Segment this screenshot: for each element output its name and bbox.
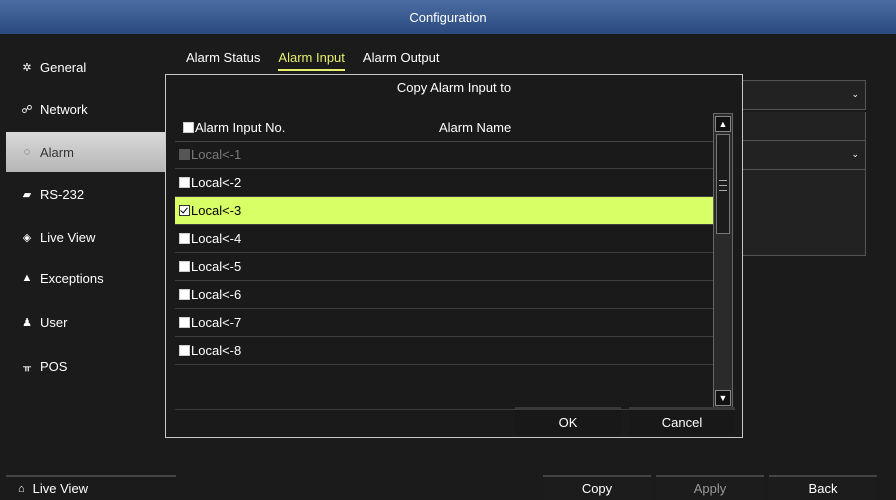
live-view-button[interactable]: ⌂ Live View (6, 475, 176, 500)
row-input-no: Local<-8 (191, 343, 242, 358)
table-row[interactable]: Local<-5 (175, 253, 713, 281)
table-row[interactable]: Local<-4 (175, 225, 713, 253)
sidebar-item-label: User (40, 314, 68, 330)
alarm-icon: ◌ (23, 146, 31, 158)
background-dropdown[interactable]: ⌄ (742, 80, 866, 110)
pos-icon: ᚂ (23, 360, 31, 373)
home-icon: ⌂ (18, 482, 25, 495)
sidebar-item-label: Alarm (40, 144, 74, 160)
row-checkbox[interactable] (179, 177, 190, 188)
background-field-4[interactable] (742, 226, 866, 256)
warning-icon: ▲ (21, 272, 33, 284)
row-input-no: Local<-4 (191, 231, 242, 246)
cancel-button[interactable]: Cancel (629, 407, 735, 435)
sidebar-item-network[interactable]: ☍ Network (6, 89, 166, 129)
table-row[interactable]: Local<-8 (175, 337, 713, 365)
background-dropdown-2[interactable]: ⌄ (742, 140, 866, 170)
row-input-no: Local<-2 (191, 175, 242, 190)
table-header: Alarm Input No. Alarm Name (175, 113, 713, 142)
background-field-2[interactable] (742, 170, 866, 200)
copy-alarm-input-dialog: Copy Alarm Input to Alarm Input No. Alar… (165, 74, 743, 438)
sidebar-item-pos[interactable]: ᚂ POS (6, 346, 166, 386)
user-icon: ♟ (22, 316, 32, 329)
tab-alarm-output[interactable]: Alarm Output (363, 50, 440, 71)
dialog-title: Copy Alarm Input to (396, 79, 512, 95)
tab-bar: Alarm Status Alarm Input Alarm Output (186, 50, 440, 71)
copy-button[interactable]: Copy (543, 475, 651, 500)
row-checkbox[interactable] (179, 289, 190, 300)
sidebar-item-label: Live View (40, 229, 96, 245)
tab-alarm-input[interactable]: Alarm Input (278, 50, 345, 71)
sidebar-item-alarm[interactable]: ◌ Alarm (6, 132, 166, 172)
chevron-down-icon: ⌄ (851, 149, 859, 159)
rs232-icon: ▰ (22, 188, 32, 201)
row-input-no: Local<-6 (191, 287, 242, 302)
sidebar-item-user[interactable]: ♟ User (6, 302, 166, 342)
table-row[interactable]: Local<-3 (175, 197, 713, 225)
tab-alarm-status[interactable]: Alarm Status (186, 50, 260, 71)
ok-button[interactable]: OK (515, 407, 621, 435)
table-scrollbar[interactable]: ▲ ▼ (713, 113, 733, 409)
background-field[interactable] (742, 112, 866, 142)
table-row[interactable]: Local<-7 (175, 309, 713, 337)
row-checkbox (179, 149, 190, 160)
row-checkbox[interactable] (179, 233, 190, 244)
table-row: Local<-1 (175, 141, 713, 169)
header-alarm-name: Alarm Name (439, 120, 512, 135)
sidebar-item-label: POS (40, 358, 68, 374)
sidebar-item-label: RS-232 (40, 186, 85, 202)
chevron-down-icon: ⌄ (851, 89, 859, 99)
back-button[interactable]: Back (769, 475, 877, 500)
sidebar-item-rs232[interactable]: ▰ RS-232 (6, 174, 166, 214)
chevron-down-icon[interactable]: ▼ (715, 390, 731, 406)
row-input-no: Local<-3 (191, 203, 242, 218)
apply-button[interactable]: Apply (656, 475, 764, 500)
table-row[interactable]: Local<-6 (175, 281, 713, 309)
live-view-label: Live View (32, 481, 89, 496)
sidebar-item-general[interactable]: ✲ General (6, 47, 166, 87)
window-title: Configuration (409, 9, 487, 25)
row-checkbox[interactable] (179, 345, 190, 356)
row-input-no: Local<-7 (191, 315, 242, 330)
scrollbar-thumb[interactable] (716, 134, 730, 234)
gear-icon: ✲ (22, 61, 32, 74)
table-row[interactable]: Local<-2 (175, 169, 713, 197)
sidebar-item-label: General (40, 59, 87, 75)
row-checkbox[interactable] (179, 261, 190, 272)
row-checkbox[interactable] (179, 317, 190, 328)
sidebar-item-exceptions[interactable]: ▲ Exceptions (6, 258, 166, 298)
row-checkbox[interactable] (179, 205, 190, 216)
eye-icon: ◈ (22, 231, 32, 244)
chevron-up-icon[interactable]: ▲ (715, 116, 731, 132)
header-label: Alarm Input No. (195, 120, 286, 135)
header-alarm-input-no: Alarm Input No. (179, 120, 285, 135)
sidebar-item-label: Network (40, 101, 88, 117)
network-icon: ☍ (21, 103, 33, 116)
background-field-3[interactable] (742, 198, 866, 228)
row-input-no: Local<-5 (191, 259, 242, 274)
select-all-checkbox[interactable] (183, 122, 194, 133)
sidebar-item-live-view[interactable]: ◈ Live View (6, 217, 166, 257)
sidebar: ✲ General ☍ Network ◌ Alarm ▰ RS-232 ◈ L… (6, 44, 166, 440)
sidebar-item-label: Exceptions (40, 270, 104, 286)
alarm-input-table: Alarm Input No. Alarm Name Local<-1 Loca… (175, 113, 713, 410)
title-bar: Configuration (0, 0, 896, 34)
row-input-no: Local<-1 (191, 147, 242, 162)
